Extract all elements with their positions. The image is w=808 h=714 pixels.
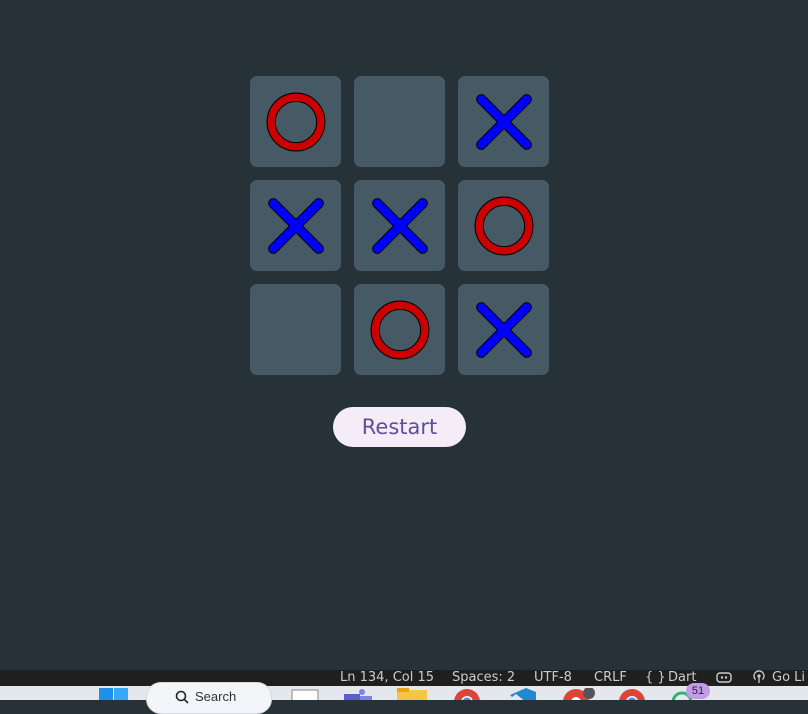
board-cell-9[interactable] xyxy=(458,284,549,375)
game-board xyxy=(250,76,549,375)
file-explorer-icon[interactable] xyxy=(396,688,428,700)
chrome-icon[interactable] xyxy=(453,688,481,700)
o-mark-icon xyxy=(474,196,533,255)
vscode-icon[interactable] xyxy=(508,688,538,700)
broadcast-icon xyxy=(752,670,766,686)
copilot-icon[interactable] xyxy=(715,670,733,686)
x-mark-icon xyxy=(475,301,532,358)
board-cell-4[interactable] xyxy=(250,180,341,271)
board-cell-6[interactable] xyxy=(458,180,549,271)
go-live-button[interactable]: Go Li xyxy=(772,670,805,686)
search-icon xyxy=(175,690,189,704)
chrome-profile-icon[interactable] xyxy=(562,687,598,700)
board-cell-3[interactable] xyxy=(458,76,549,167)
o-mark-icon xyxy=(266,92,325,151)
windows-start-icon[interactable] xyxy=(99,688,129,700)
search-placeholder: Search xyxy=(195,689,237,704)
board-cell-1[interactable] xyxy=(250,76,341,167)
restart-button[interactable]: Restart xyxy=(333,407,466,447)
board-cell-5[interactable] xyxy=(354,180,445,271)
cursor-position[interactable]: Ln 134, Col 15 xyxy=(340,670,434,686)
task-view-icon[interactable] xyxy=(288,688,320,700)
board-cell-2[interactable] xyxy=(354,76,445,167)
teams-icon[interactable] xyxy=(342,688,374,700)
x-mark-icon xyxy=(267,197,324,254)
line-ending-setting[interactable]: CRLF xyxy=(594,670,627,686)
editor-status-bar: Ln 134, Col 15 Spaces: 2 UTF-8 CRLF { } … xyxy=(0,670,808,686)
board-cell-7[interactable] xyxy=(250,284,341,375)
taskbar-search[interactable]: Search xyxy=(146,682,272,714)
notification-badge: 51 xyxy=(686,683,710,699)
chrome-icon-2[interactable] xyxy=(618,688,646,700)
x-mark-icon xyxy=(475,93,532,150)
encoding-setting[interactable]: UTF-8 xyxy=(534,670,572,686)
indentation-setting[interactable]: Spaces: 2 xyxy=(452,670,515,686)
braces-icon: { } xyxy=(645,670,666,685)
o-mark-icon xyxy=(370,300,429,359)
board-cell-8[interactable] xyxy=(354,284,445,375)
x-mark-icon xyxy=(371,197,428,254)
